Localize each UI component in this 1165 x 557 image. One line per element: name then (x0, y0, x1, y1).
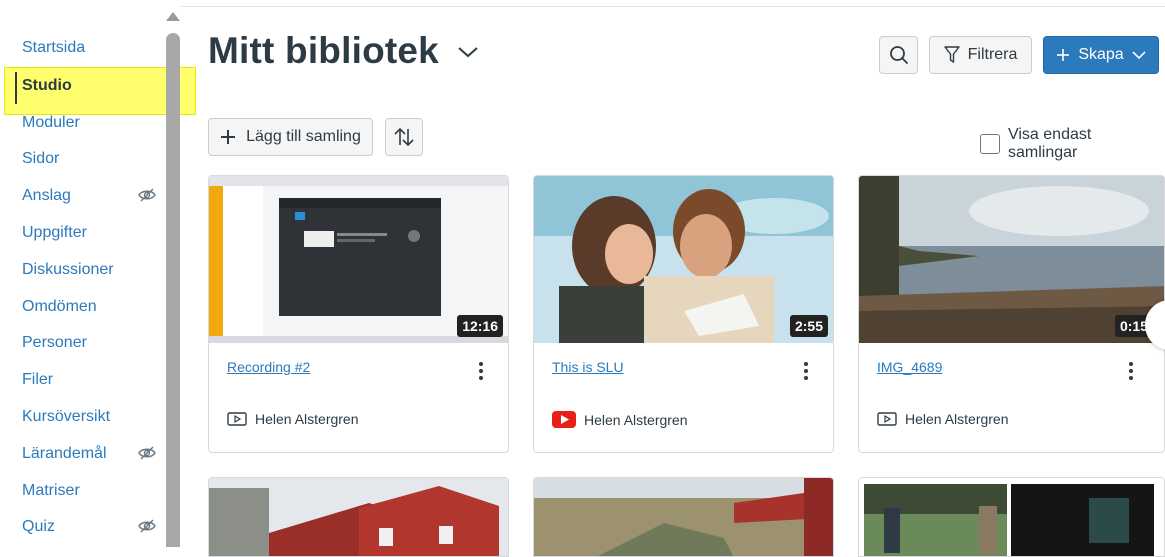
eye-slash-icon (138, 188, 156, 202)
media-card[interactable]: 12:16 Recording #2 Helen Alstergren (208, 175, 509, 453)
sidebar-item-larandemal[interactable]: Lärandemål (22, 445, 107, 463)
sidebar-item-personer[interactable]: Personer (22, 334, 87, 352)
youtube-icon (552, 411, 576, 428)
sidebar-item-uppgifter[interactable]: Uppgifter (22, 224, 87, 242)
video-thumbnail[interactable]: 0:15 (859, 176, 1164, 343)
eye-slash-icon (138, 446, 156, 460)
scrollbar-thumb[interactable] (166, 33, 180, 547)
media-card[interactable]: 2:55 This is SLU Helen Alstergren (533, 175, 834, 453)
page-title: Mitt bibliotek (208, 30, 439, 71)
video-duration: 12:16 (457, 315, 503, 337)
only-collections-toggle[interactable]: Visa endast samlingar (980, 126, 1165, 162)
only-collections-checkbox[interactable] (980, 134, 1000, 154)
search-icon (889, 46, 908, 65)
filter-icon (943, 46, 960, 63)
sidebar-item-kursoversikt[interactable]: Kursöversikt (22, 408, 110, 426)
media-owner: Helen Alstergren (227, 411, 359, 427)
eye-slash-icon (138, 519, 156, 533)
kebab-menu-icon[interactable] (1123, 360, 1139, 382)
sidebar-item-studio[interactable]: Studio (22, 77, 72, 95)
media-title-link[interactable]: Recording #2 (227, 359, 310, 375)
red-houses-image (209, 478, 508, 556)
only-collections-label: Visa endast samlingar (1007, 126, 1092, 161)
kebab-menu-icon[interactable] (473, 360, 489, 382)
create-button[interactable]: Skapa (1043, 36, 1159, 74)
video-thumbnail[interactable]: 2:55 (534, 176, 833, 343)
owner-name: Helen Alstergren (255, 411, 359, 427)
sort-arrows-icon (394, 127, 414, 147)
top-divider (178, 6, 1165, 7)
media-owner: Helen Alstergren (877, 411, 1009, 427)
stream-landscape-image (534, 478, 833, 556)
media-title-link[interactable]: This is SLU (552, 359, 624, 375)
chevron-down-icon (1132, 51, 1146, 60)
video-icon (877, 412, 897, 426)
course-navigation: Startsida Studio Moduler Sidor Anslag Up… (0, 0, 196, 547)
add-collection-label: Lägg till samling (246, 128, 361, 145)
media-owner: Helen Alstergren (552, 411, 688, 428)
filter-button[interactable]: Filtrera (929, 36, 1032, 74)
filter-button-label: Filtrera (967, 46, 1018, 63)
sidebar-item-diskussioner[interactable]: Diskussioner (22, 261, 114, 279)
sidebar-item-sidor[interactable]: Sidor (22, 150, 59, 168)
media-title-link[interactable]: IMG_4689 (877, 359, 942, 375)
sidebar-item-matriser[interactable]: Matriser (22, 482, 80, 500)
plus-icon (1057, 49, 1070, 61)
chevron-down-icon[interactable] (456, 44, 480, 60)
sort-button[interactable] (385, 118, 423, 156)
media-card[interactable] (533, 477, 834, 557)
search-button[interactable] (879, 36, 918, 74)
owner-name: Helen Alstergren (905, 411, 1009, 427)
sidebar-item-anslag[interactable]: Anslag (22, 187, 71, 205)
video-duration: 2:55 (789, 315, 828, 337)
video-thumbnail[interactable]: 12:16 (209, 176, 508, 343)
media-card[interactable] (208, 477, 509, 557)
media-card[interactable] (858, 477, 1165, 557)
kebab-menu-icon[interactable] (798, 360, 814, 382)
create-button-label: Skapa (1078, 46, 1124, 63)
sidebar-item-filer[interactable]: Filer (22, 371, 53, 389)
plus-icon (221, 130, 236, 144)
scroll-up-arrow-icon[interactable] (166, 12, 180, 21)
video-icon (227, 412, 247, 426)
add-collection-button[interactable]: Lägg till samling (208, 118, 373, 156)
sidebar-item-omdomen[interactable]: Omdömen (22, 298, 97, 316)
owner-name: Helen Alstergren (584, 411, 688, 428)
sidebar-item-startsida[interactable]: Startsida (22, 39, 85, 57)
video-collage-image (859, 478, 1164, 556)
sidebar-item-quiz[interactable]: Quiz (22, 518, 55, 536)
sidebar-item-moduler[interactable]: Moduler (22, 114, 80, 132)
media-card[interactable]: 0:15 IMG_4689 Helen Alstergren (858, 175, 1165, 453)
active-indicator (15, 72, 17, 104)
